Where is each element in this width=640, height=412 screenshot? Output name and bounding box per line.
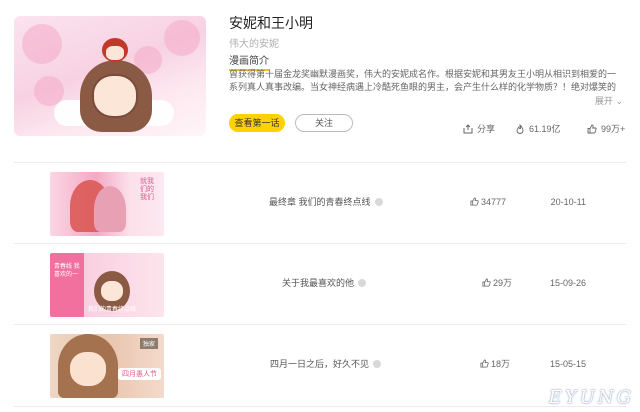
episode-likes-count: 29万 bbox=[493, 278, 513, 288]
read-first-chapter-button[interactable]: 查看第一话 bbox=[229, 114, 285, 132]
views-icon bbox=[516, 124, 524, 134]
episode-likes-count: 18万 bbox=[491, 359, 511, 369]
expand-link[interactable]: 展开 ⌄ bbox=[595, 94, 623, 107]
thumbnail-caption: 我们的青春终点线 bbox=[88, 307, 137, 313]
thumbs-up-icon bbox=[470, 197, 479, 206]
views-count: 61.19亿 bbox=[529, 124, 561, 134]
lock-icon bbox=[358, 278, 367, 287]
episode-thumbnail[interactable]: 独家 四月愚人节 bbox=[50, 334, 164, 398]
episode-row[interactable]: 就我们的我们 最终章 我们的青春终点线 34777 20-10-11 bbox=[14, 162, 626, 242]
episode-date: 15-09-26 bbox=[549, 278, 586, 288]
thumbs-up-icon bbox=[480, 359, 489, 368]
thumbnail-text: 青春线 我喜欢的一 bbox=[54, 264, 80, 278]
episode-title-text: 最终章 我们的青春终点线 bbox=[269, 197, 371, 207]
likes-count: 99万+ bbox=[601, 124, 626, 134]
episode-thumbnail[interactable]: 青春线 我喜欢的一 我们的青春终点线 bbox=[50, 253, 164, 317]
comic-cover-image[interactable] bbox=[14, 16, 206, 136]
episode-date: 20-10-11 bbox=[550, 197, 586, 207]
divider bbox=[14, 406, 626, 407]
episode-likes-count: 34777 bbox=[481, 197, 507, 207]
comic-description: 曾获得第十届金龙奖幽默漫画奖，伟大的安妮成名作。根据安妮和其男友王小明从相识到相… bbox=[229, 69, 617, 92]
lock-icon bbox=[374, 197, 383, 206]
thumbnail-text: 就我们的我们 bbox=[140, 178, 154, 201]
episode-likes: 18万 bbox=[480, 324, 510, 404]
episode-title-text: 关于我最喜欢的他 bbox=[282, 278, 355, 288]
lock-icon bbox=[373, 359, 382, 368]
comic-header: 安妮和王小明 伟大的安妮 漫画简介 曾获得第十届金龙奖幽默漫画奖，伟大的安妮成名… bbox=[0, 0, 640, 160]
share-label: 分享 bbox=[477, 124, 496, 134]
episode-row[interactable]: 独家 四月愚人节 四月一日之后，好久不见 18万 15-05-15 bbox=[14, 324, 626, 404]
episode-thumbnail[interactable]: 就我们的我们 bbox=[50, 172, 164, 236]
comic-info: 安妮和王小明 伟大的安妮 漫画简介 曾获得第十届金龙奖幽默漫画奖，伟大的安妮成名… bbox=[229, 14, 625, 132]
comic-author[interactable]: 伟大的安妮 bbox=[229, 35, 625, 50]
share-icon bbox=[463, 124, 473, 134]
watermark-logo: EYUNG bbox=[548, 387, 634, 408]
episode-title[interactable]: 四月一日之后，好久不见 bbox=[270, 324, 382, 404]
thumbnail-bubble: 四月愚人节 bbox=[118, 368, 161, 380]
episode-title-text: 四月一日之后，好久不见 bbox=[270, 359, 370, 369]
exclusive-badge: 独家 bbox=[139, 338, 158, 349]
expand-label: 展开 bbox=[594, 96, 613, 106]
comic-stats: 分享 61.19亿 99万+ bbox=[459, 122, 627, 136]
episode-likes: 29万 bbox=[482, 243, 512, 323]
thumbs-up-icon bbox=[587, 124, 597, 134]
episode-likes: 34777 bbox=[470, 162, 506, 242]
episode-title[interactable]: 关于我最喜欢的他 bbox=[282, 243, 367, 323]
chevron-down-icon: ⌄ bbox=[615, 96, 623, 106]
comic-title: 安妮和王小明 bbox=[229, 15, 313, 31]
follow-button[interactable]: 关注 bbox=[295, 114, 353, 132]
episode-title[interactable]: 最终章 我们的青春终点线 bbox=[269, 162, 383, 242]
thumbs-up-icon bbox=[482, 278, 491, 287]
episode-row[interactable]: 青春线 我喜欢的一 我们的青春终点线 关于我最喜欢的他 29万 15-09-26 bbox=[14, 243, 626, 323]
